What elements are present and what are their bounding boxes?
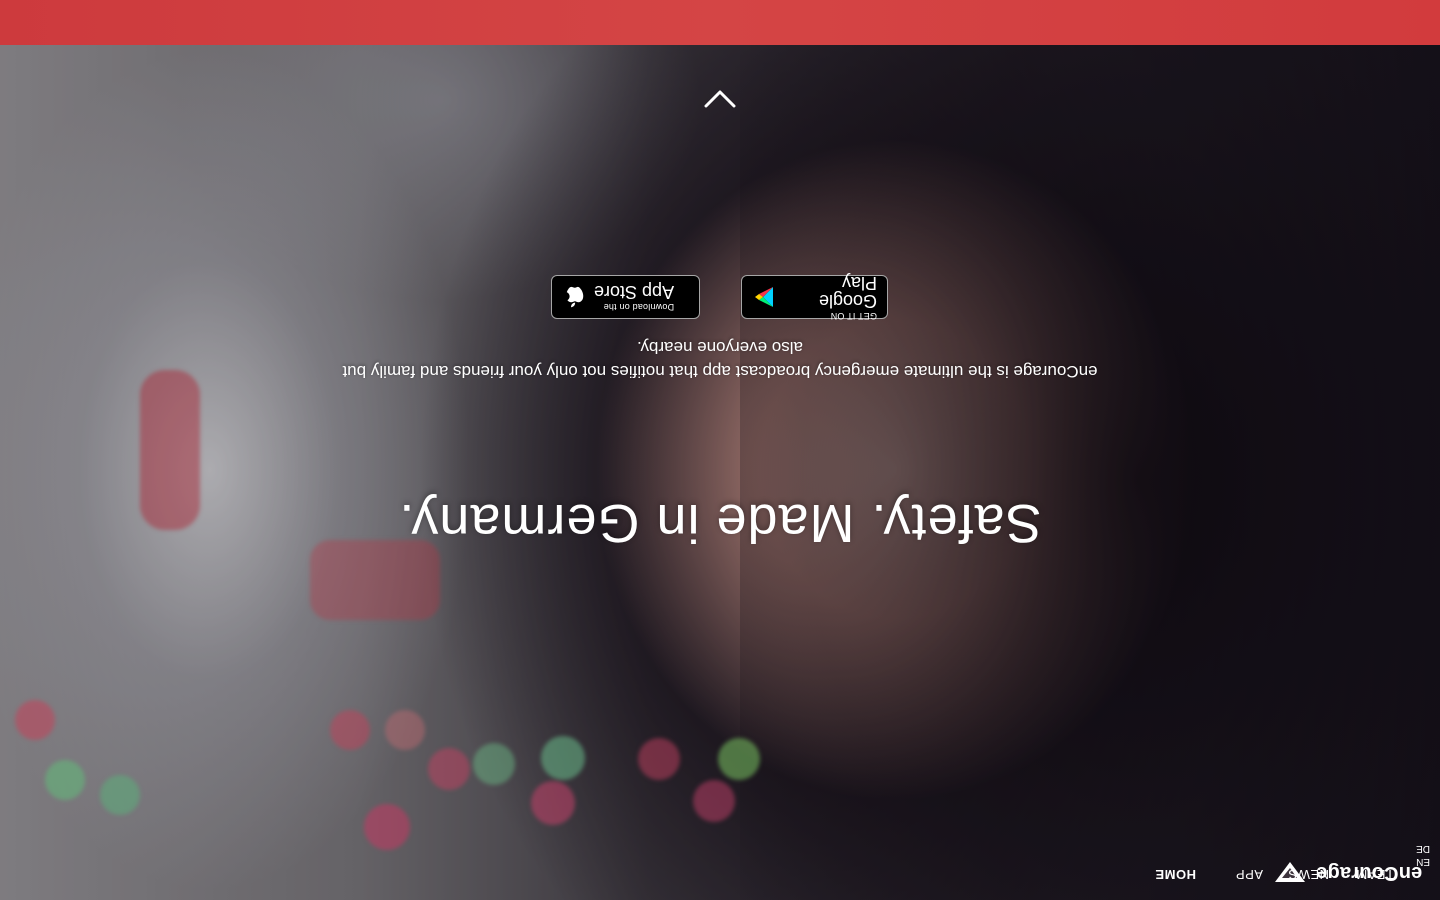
google-play-badge-text: GET IT ON Google Play [784,273,877,321]
nav-item-news[interactable]: NEWS [1288,867,1329,882]
accent-bar [0,0,1440,45]
nav-item-app[interactable]: APP [1235,867,1263,882]
google-play-badge[interactable]: GET IT ON Google Play [741,273,888,321]
app-store-badge-big: App Store [594,282,675,302]
language-switcher: EN DE [1416,842,1430,868]
nav-item-team[interactable]: TEAM [1356,867,1394,882]
language-de[interactable]: DE [1416,842,1430,855]
apple-icon [566,286,584,308]
google-play-badge-big: Google Play [818,273,877,311]
google-play-badge-small: GET IT ON [830,311,877,321]
main-menu: HOME APP NEWS TEAM EN DE [0,843,1440,882]
app-store-badge-small: Download on the [603,302,675,312]
hero-headline: Safety. Made in Germany. [398,492,1042,553]
hero-subtitle: enCourage is the ultimate emergency broa… [342,338,1098,381]
hero-dim-overlay [0,0,1440,900]
language-en[interactable]: EN [1416,855,1430,868]
nav-item-home[interactable]: HOME [1155,867,1196,882]
app-store-badge-text: Download on the App Store [594,282,675,312]
chevron-down-icon[interactable] [704,88,736,110]
google-play-icon [755,287,773,307]
top-nav: enCourage HOME APP NEWS TEAM EN DE [0,828,1440,900]
page-viewport: enCourage HOME APP NEWS TEAM EN DE Safet… [0,0,1440,900]
app-store-badge[interactable]: Download on the App Store [551,275,700,319]
